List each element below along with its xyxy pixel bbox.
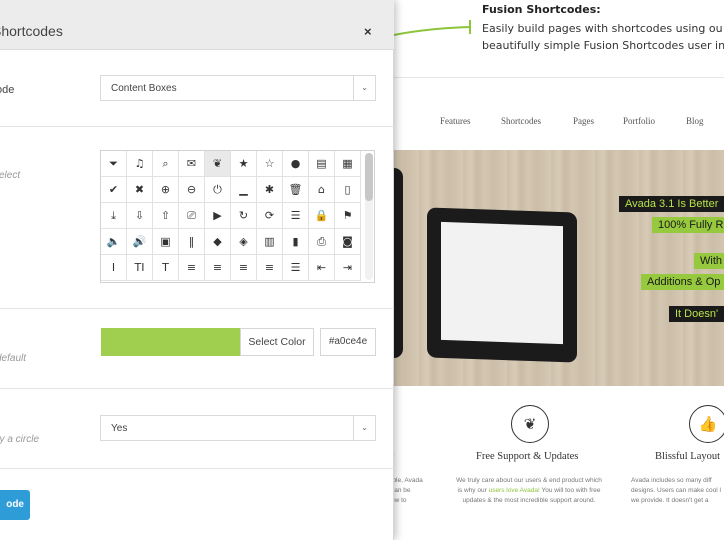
- camera-icon[interactable]: ◙: [335, 229, 361, 255]
- tag-icon[interactable]: ◆: [205, 229, 231, 255]
- music-icon[interactable]: ♫: [127, 151, 153, 177]
- signal-icon[interactable]: ▁: [231, 177, 257, 203]
- modal-title: Shortcodes: [0, 23, 63, 39]
- flag-icon[interactable]: ⚑: [335, 203, 361, 229]
- times-icon[interactable]: ✖: [127, 177, 153, 203]
- list-icon[interactable]: ☰: [283, 255, 309, 281]
- volume-up-icon[interactable]: 🔊: [127, 229, 153, 255]
- text-width-icon[interactable]: T: [153, 255, 179, 281]
- zoom-out-icon[interactable]: ⊖: [179, 177, 205, 203]
- promo-line-1: Avada 3.1 Is Better: [619, 196, 724, 212]
- circle-help-text: ay a circle: [0, 434, 40, 445]
- insert-shortcode-button[interactable]: ode: [0, 490, 30, 520]
- text-height-icon[interactable]: TI: [127, 255, 153, 281]
- user-icon[interactable]: ●: [283, 151, 309, 177]
- tags-icon[interactable]: ◈: [231, 229, 257, 255]
- align-center-icon[interactable]: ≡: [205, 255, 231, 281]
- home-icon[interactable]: ⌂: [309, 177, 335, 203]
- nav-shortcodes[interactable]: Shortcodes: [501, 116, 541, 126]
- nav-blog[interactable]: Blog: [686, 116, 704, 126]
- shortcode-select[interactable]: Content Boxes ⌄: [100, 75, 376, 101]
- print-icon[interactable]: ⎙: [309, 229, 335, 255]
- feature-text-1: ible, Avada can be ow to: [391, 477, 423, 504]
- feature-title-3: Blissful Layout: [655, 451, 721, 462]
- trash-icon[interactable]: 🗑: [283, 177, 309, 203]
- bookmark-icon[interactable]: ▮: [283, 229, 309, 255]
- promo-line-5: It Doesn': [669, 306, 724, 322]
- film-icon[interactable]: ▤: [309, 151, 335, 177]
- nav-portfolio[interactable]: Portfolio: [623, 116, 655, 126]
- play-circle-icon[interactable]: ▶: [205, 203, 231, 229]
- divider: [0, 388, 394, 389]
- book-icon[interactable]: ▥: [257, 229, 283, 255]
- indent-icon[interactable]: ⇥: [335, 255, 361, 281]
- color-hex-field[interactable]: #a0ce4e: [320, 328, 376, 356]
- icon-picker[interactable]: ⏷ ♫ ⌕ ✉ ❦ ★ ☆ ● ▤ ▦ ✔ ✖ ⊕ ⊖ ⏻ ▁ ✱ 🗑 ⌂ ▯ ⤓ ⇩ ⇧ ⎚ ▶ ↻ ⟳ ☰ 🔒 ⚑ 🔈 🔊 ▣ ‖ ◆ ◈ ▥ ▮ ⎙ ◙…: [100, 150, 375, 283]
- inbox-icon[interactable]: ⎚: [179, 203, 205, 229]
- promo-line-3: With: [694, 253, 724, 269]
- callout-text: Easily build pages with shortcodes using…: [482, 22, 724, 52]
- divider: [0, 126, 394, 127]
- search-icon[interactable]: ⌕: [153, 151, 179, 177]
- download-icon[interactable]: ⤓: [101, 203, 127, 229]
- scrollbar-thumb[interactable]: [365, 153, 373, 201]
- align-right-icon[interactable]: ≡: [231, 255, 257, 281]
- check-icon[interactable]: ✔: [101, 177, 127, 203]
- promo-line-2: 100% Fully R: [652, 217, 724, 233]
- circle-select[interactable]: Yes ⌄: [100, 415, 376, 441]
- power-off-icon[interactable]: ⏻: [205, 177, 231, 203]
- lock-icon[interactable]: 🔒: [309, 203, 335, 229]
- close-icon[interactable]: ×: [364, 24, 372, 39]
- leaf-icon: ❦: [511, 405, 549, 443]
- shortcode-select-value: Content Boxes: [111, 83, 177, 94]
- shortcode-label: ode: [0, 84, 15, 96]
- th-large-icon[interactable]: ▦: [335, 151, 361, 177]
- chevron-down-icon: ⌄: [353, 416, 375, 440]
- filter-icon[interactable]: ⏷: [101, 151, 127, 177]
- refresh-icon[interactable]: ⟳: [257, 203, 283, 229]
- repeat-icon[interactable]: ↻: [231, 203, 257, 229]
- chevron-down-icon: ⌄: [353, 76, 375, 100]
- color-help-text: default: [0, 353, 27, 364]
- star-empty-icon[interactable]: ☆: [257, 151, 283, 177]
- thumbs-up-icon: 👍: [689, 405, 724, 443]
- star-icon[interactable]: ★: [231, 151, 257, 177]
- outdent-icon[interactable]: ⇤: [309, 255, 335, 281]
- barcode-icon[interactable]: ‖: [179, 229, 205, 255]
- circle-select-value: Yes: [111, 423, 128, 434]
- align-justify-icon[interactable]: ≡: [257, 255, 283, 281]
- italic-icon[interactable]: I: [101, 255, 127, 281]
- divider: [0, 308, 394, 309]
- callout-title: Fusion Shortcodes:: [482, 3, 601, 16]
- file-icon[interactable]: ▯: [335, 177, 361, 203]
- arrow-circle-up-icon[interactable]: ⇧: [153, 203, 179, 229]
- feature-title-2: Free Support & Updates: [476, 451, 579, 462]
- nav-features[interactable]: Features: [440, 116, 471, 126]
- tablet-image-right: [427, 207, 577, 363]
- list-alt-icon[interactable]: ☰: [283, 203, 309, 229]
- cog-icon[interactable]: ✱: [257, 177, 283, 203]
- nav-pages[interactable]: Pages: [573, 116, 594, 126]
- color-swatch[interactable]: [101, 328, 240, 356]
- align-left-icon[interactable]: ≡: [179, 255, 205, 281]
- icon-picker-scrollbar[interactable]: [365, 153, 373, 280]
- select-color-button[interactable]: Select Color: [240, 328, 314, 356]
- volume-down-icon[interactable]: 🔈: [101, 229, 127, 255]
- qrcode-icon[interactable]: ▣: [153, 229, 179, 255]
- icon-help-text: select: [0, 170, 21, 181]
- promo-line-4: Additions & Op: [641, 274, 724, 290]
- modal-header: Shortcodes ×: [0, 0, 394, 50]
- icon-picker-grid: ⏷ ♫ ⌕ ✉ ❦ ★ ☆ ● ▤ ▦ ✔ ✖ ⊕ ⊖ ⏻ ▁ ✱ 🗑 ⌂ ▯ ⤓ ⇩ ⇧ ⎚ ▶ ↻ ⟳ ☰ 🔒 ⚑ 🔈 🔊 ▣ ‖ ◆ ◈ ▥ ▮ ⎙ ◙…: [101, 151, 361, 281]
- divider: [0, 468, 394, 469]
- feature-text-3: Avada includes so many diff designs. Use…: [631, 477, 721, 504]
- shortcodes-modal: Shortcodes × ode Content Boxes ⌄ select …: [0, 0, 394, 540]
- leaf-icon[interactable]: ❦: [205, 151, 231, 177]
- envelope-icon[interactable]: ✉: [179, 151, 205, 177]
- arrow-circle-down-icon[interactable]: ⇩: [127, 203, 153, 229]
- zoom-in-icon[interactable]: ⊕: [153, 177, 179, 203]
- feature-text-2: We truly care about our users & end prod…: [456, 477, 602, 504]
